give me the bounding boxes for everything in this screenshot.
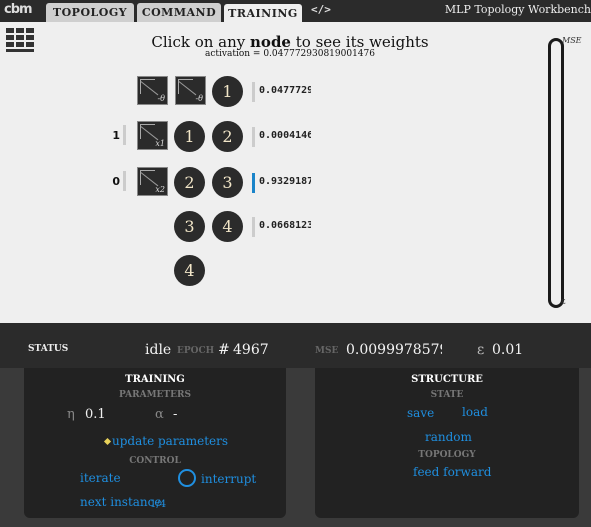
top-bar: cbm TOPOLOGY COMMAND TRAINING </> MLP To… bbox=[0, 0, 591, 22]
control-label: CONTROL bbox=[129, 456, 181, 466]
hidden1-node-4[interactable]: 4 bbox=[174, 255, 205, 286]
update-parameters-link[interactable]: update parameters bbox=[112, 434, 228, 448]
hidden2-node-3[interactable]: 3 bbox=[212, 167, 243, 198]
status-state: idle bbox=[145, 342, 172, 358]
network-canvas: Click on any node to see its weights act… bbox=[0, 22, 591, 323]
hidden2-node-2[interactable]: 2 bbox=[212, 121, 243, 152]
input-bar-x2 bbox=[123, 171, 126, 191]
activation-readout: activation = 0.047772930819001476 bbox=[205, 49, 375, 59]
hidden1-node-3[interactable]: 3 bbox=[174, 211, 205, 242]
topology-label: TOPOLOGY bbox=[418, 450, 476, 460]
load-link[interactable]: load bbox=[462, 405, 488, 419]
app-title: MLP Topology Workbench bbox=[444, 3, 591, 16]
hidden1-node-2[interactable]: 2 bbox=[174, 167, 205, 198]
output-value-1: 0.0477729 bbox=[259, 85, 311, 96]
output-bar-3 bbox=[252, 173, 255, 193]
iterate-link[interactable]: iterate bbox=[80, 471, 121, 485]
structure-title: STRUCTURE bbox=[411, 374, 483, 385]
training-title: TRAINING bbox=[125, 374, 185, 385]
interrupt-link[interactable]: interrupt bbox=[201, 472, 256, 486]
epoch-label: EPOCH bbox=[177, 346, 215, 356]
alpha-symbol: α bbox=[155, 407, 164, 422]
input-box-x1[interactable]: x1 bbox=[137, 121, 168, 150]
tab-command[interactable]: COMMAND bbox=[137, 3, 221, 22]
eta-symbol: η bbox=[67, 407, 75, 422]
save-link[interactable]: save bbox=[407, 406, 434, 420]
output-bar-2 bbox=[252, 127, 255, 147]
alpha-value[interactable]: - bbox=[173, 407, 177, 422]
epoch-value: 4967 bbox=[233, 342, 269, 358]
output-bar-4 bbox=[252, 217, 255, 237]
output-value-4: 0.0668123 bbox=[259, 220, 311, 231]
tab-training[interactable]: TRAINING bbox=[224, 4, 302, 22]
tab-topology[interactable]: TOPOLOGY bbox=[46, 3, 134, 22]
grid-menu-icon[interactable] bbox=[6, 28, 34, 52]
instance-fraction: 1/4 bbox=[150, 499, 167, 510]
training-panel: TRAINING PARAMETERS η 0.1 α - update par… bbox=[24, 368, 286, 518]
control-area: TRAINING PARAMETERS η 0.1 α - update par… bbox=[0, 368, 591, 527]
eta-value[interactable]: 0.1 bbox=[85, 407, 106, 422]
update-diamond-icon bbox=[103, 437, 112, 446]
eps-gauge-label: ε bbox=[561, 297, 566, 307]
hidden1-node-1[interactable]: 1 bbox=[174, 121, 205, 152]
input-value-x2[interactable]: 0 bbox=[106, 175, 120, 188]
output-value-3: 0.9329187 bbox=[259, 176, 311, 187]
mse-status-value: 0.0099978579( bbox=[346, 342, 442, 358]
mse-gauge-label: MSE bbox=[562, 36, 582, 45]
eps-status-symbol: ε bbox=[477, 342, 485, 358]
parameters-label: PARAMETERS bbox=[119, 390, 191, 400]
status-label: STATUS bbox=[28, 344, 69, 354]
mse-gauge bbox=[548, 38, 564, 308]
output-value-2: 0.0004146 bbox=[259, 130, 311, 141]
input-bar-x1 bbox=[123, 125, 126, 145]
bias-box-1[interactable]: -θ bbox=[137, 76, 168, 105]
state-label: STATE bbox=[430, 390, 464, 400]
mse-status-label: MSE bbox=[315, 346, 339, 356]
app-logo: cbm bbox=[4, 2, 33, 17]
code-icon[interactable]: </> bbox=[311, 3, 331, 16]
hidden2-node-4[interactable]: 4 bbox=[212, 211, 243, 242]
input-value-x1[interactable]: 1 bbox=[106, 129, 120, 142]
interrupt-ring-icon[interactable] bbox=[178, 469, 196, 487]
eps-status-value: 0.01 bbox=[492, 342, 524, 358]
bias-box-2[interactable]: -θ bbox=[175, 76, 206, 105]
feed-forward-link[interactable]: feed forward bbox=[413, 465, 491, 479]
structure-panel: STRUCTURE STATE save load random TOPOLOG… bbox=[315, 368, 579, 518]
output-bar-1 bbox=[252, 82, 255, 102]
hidden2-node-1[interactable]: 1 bbox=[212, 76, 243, 107]
random-link[interactable]: random bbox=[425, 430, 472, 444]
status-bar: STATUS idle EPOCH # 4967 MSE 0.009997857… bbox=[0, 323, 591, 368]
input-box-x2[interactable]: x2 bbox=[137, 167, 168, 196]
epoch-hash: # bbox=[218, 342, 230, 358]
